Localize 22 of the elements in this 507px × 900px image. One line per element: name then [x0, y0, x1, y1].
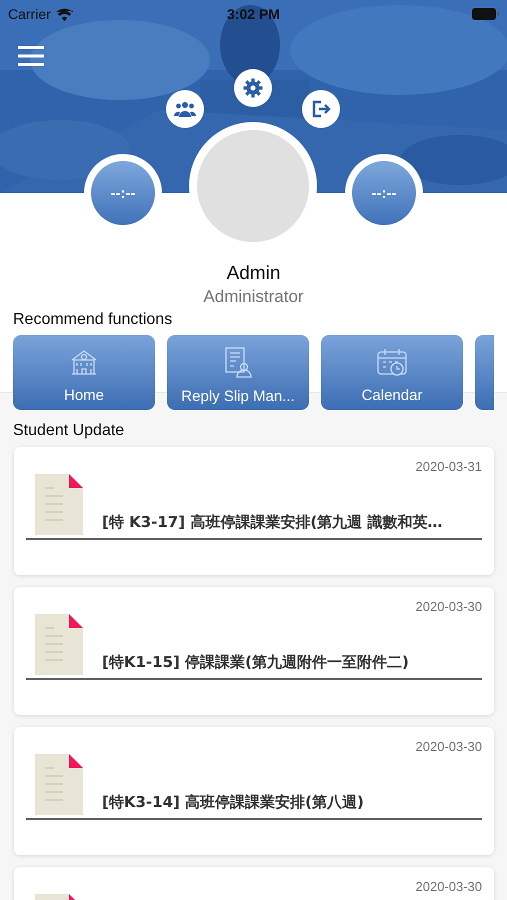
- update-title: [特K3-14] 高班停課課業安排(第八週): [102, 792, 364, 812]
- update-card[interactable]: 2020-03-31 [特 K3-17] 高班停課課業安排(第九週 識數和英…: [14, 447, 494, 575]
- date-label: 2020-03-31: [414, 459, 482, 475]
- function-tile[interactable]: Reply Slip Man...: [167, 335, 309, 410]
- update-card[interactable]: 2020-03-30 [特K3-14] 高班停課課業安排(第八週): [14, 727, 494, 855]
- section-heading: Recommend functions: [12, 310, 174, 330]
- section-heading: Student Update: [12, 421, 126, 441]
- date-label: 2020-03-30: [414, 739, 482, 755]
- date-label: 2020-03-30: [414, 879, 482, 895]
- update-title: [特 K3-17] 高班停課課業安排(第九週 識數和英…: [102, 512, 442, 532]
- date-label: 2020-03-30: [414, 599, 482, 615]
- user-name: Admin: [226, 262, 280, 286]
- function-tile[interactable]: Home: [13, 335, 155, 410]
- carrier-label: Carrier: [8, 6, 51, 22]
- time-circle: --:--: [352, 161, 416, 225]
- time-circle: --:--: [91, 161, 155, 225]
- user-role: Administrator: [203, 286, 304, 308]
- function-tile[interactable]: Calendar: [321, 335, 463, 410]
- update-card[interactable]: 2020-03-30: [14, 867, 494, 900]
- update-card[interactable]: 2020-03-30 [特K1-15] 停課課業(第九週附件一至附件二): [14, 587, 494, 715]
- update-title: [特K1-15] 停課課業(第九週附件一至附件二): [102, 652, 409, 672]
- clock-time: 3:02 PM: [227, 6, 280, 22]
